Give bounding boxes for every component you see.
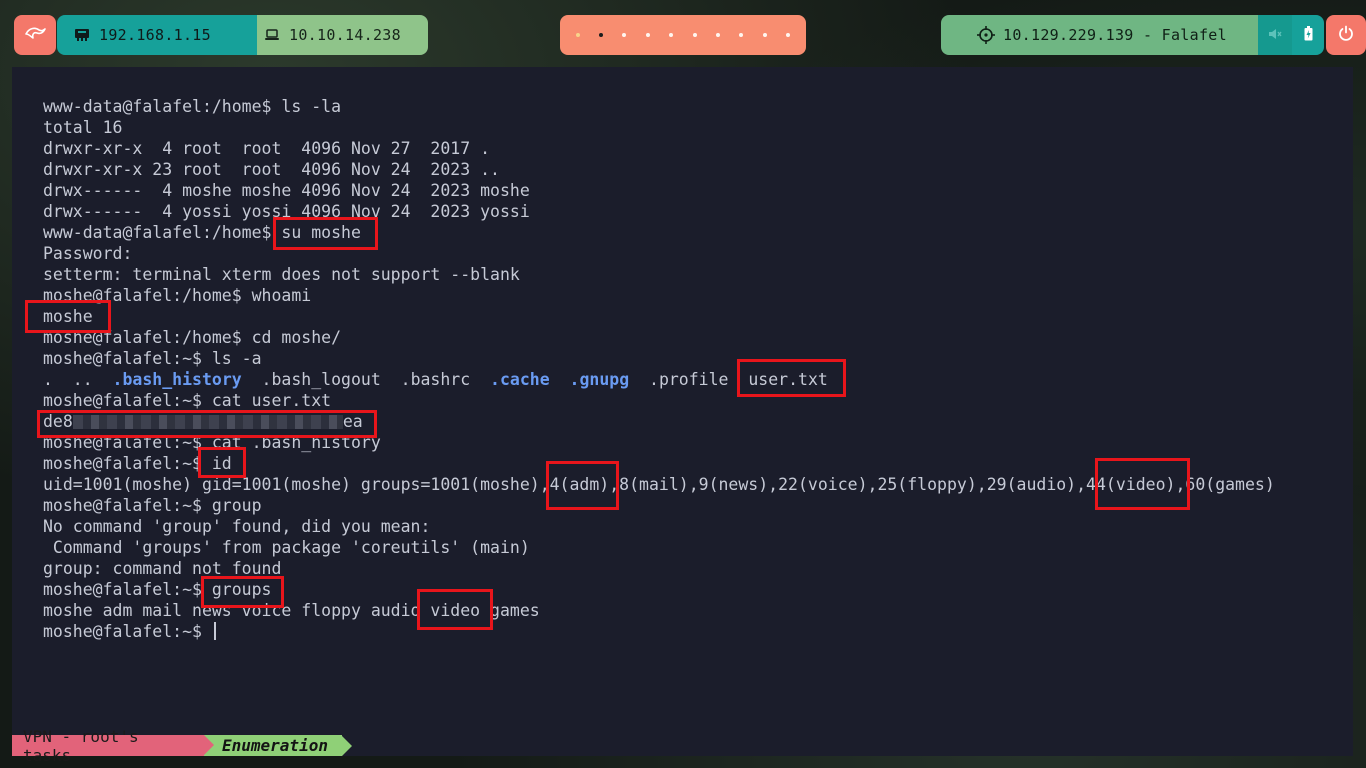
highlight-video-group: [1095, 458, 1190, 510]
local-ip-indicator: 192.168.1.15: [57, 15, 257, 55]
tmux-status-bar: VPN - root's tasks Enumeration: [12, 727, 352, 765]
workspace-3-indicator[interactable]: [622, 33, 627, 37]
terminal-line: www-data@falafel:/home$ ls -la: [43, 97, 342, 116]
target-indicator: 10.129.229.139 - Falafel: [941, 15, 1258, 55]
highlight-groups-command: [201, 576, 284, 608]
terminal-line: drwx------ 4 moshe moshe 4096 Nov 24 202…: [43, 181, 530, 200]
terminal-line: total 16: [43, 118, 123, 137]
power-icon: [1338, 25, 1354, 45]
terminal-line: moshe@falafel:~$: [43, 621, 1275, 642]
battery-indicator: [1292, 15, 1324, 55]
workspace-7-indicator[interactable]: [716, 33, 721, 37]
highlight-user-txt: [737, 359, 846, 397]
highlight-video-in-groups: [417, 589, 493, 630]
terminal-line: www-data@falafel:/home$ su moshe: [43, 223, 361, 242]
battery-icon: [1304, 25, 1313, 45]
local-ip-text: 192.168.1.15: [99, 26, 211, 44]
crosshair-icon: [977, 26, 995, 44]
terminal-line: drwx------ 4 yossi yossi 4096 Nov 24 202…: [43, 202, 530, 221]
tmux-window-name[interactable]: Enumeration: [204, 735, 342, 756]
workspace-switcher[interactable]: [560, 15, 806, 55]
terminal-line: Password:: [43, 244, 133, 263]
vpn-ip-text: 10.10.14.238: [289, 26, 401, 44]
terminal-line: moshe: [43, 307, 93, 326]
terminal-line: moshe@falafel:~$ ls -a: [43, 349, 262, 368]
directory-entry: .bash_history: [112, 370, 242, 389]
highlight-flag: [37, 410, 377, 438]
terminal-line: drwxr-xr-x 23 root root 4096 Nov 24 2023…: [43, 160, 500, 179]
laptop-icon: [263, 29, 281, 41]
terminal-text-segment: .bash_logout .bashrc: [241, 370, 491, 389]
tmux-session-name[interactable]: VPN - root's tasks: [12, 727, 204, 765]
terminal-line: Command 'groups' from package 'coreutils…: [43, 538, 530, 557]
highlight-adm-group: [546, 461, 619, 510]
terminal-window[interactable]: www-data@falafel:/home$ ls -la total 16 dr…: [12, 67, 1353, 756]
directory-entry: .cache: [490, 370, 550, 389]
terminal-text-segment: moshe@falafel:~$: [43, 622, 212, 641]
terminal-line: . .. .bash_history .bash_logout .bashrc …: [43, 369, 1275, 390]
target-text: 10.129.229.139 - Falafel: [1003, 26, 1227, 44]
workspace-8-indicator[interactable]: [739, 33, 744, 37]
status-arrow: [341, 735, 352, 756]
network-icon: [73, 28, 91, 42]
workspace-10-indicator[interactable]: [786, 33, 791, 37]
terminal-line: moshe@falafel:/home$ cd moshe/: [43, 328, 342, 347]
terminal-line: moshe@falafel:~$ cat user.txt: [43, 391, 332, 410]
workspace-9-indicator[interactable]: [762, 33, 767, 37]
directory-entry: .gnupg: [569, 370, 630, 389]
workspace-6-indicator[interactable]: [692, 33, 697, 37]
workspace-5-indicator[interactable]: [669, 33, 674, 37]
terminal-line: setterm: terminal xterm does not support…: [43, 265, 520, 284]
terminal-line: No command 'group' found, did you mean:: [43, 517, 431, 536]
kali-dragon-icon: [24, 25, 46, 45]
kali-menu-button[interactable]: [14, 15, 56, 55]
workspace-1-indicator[interactable]: [575, 33, 580, 37]
vpn-ip-indicator: 10.10.14.238: [257, 15, 428, 55]
workspace-2-indicator[interactable]: [599, 33, 604, 37]
terminal-line: drwxr-xr-x 4 root root 4096 Nov 27 2017 …: [43, 139, 491, 158]
highlight-su-moshe: [273, 217, 378, 250]
highlight-whoami-output: [25, 300, 111, 333]
volume-button[interactable]: [1258, 15, 1292, 55]
terminal-line: moshe@falafel:~$ group: [43, 496, 262, 515]
terminal-output: www-data@falafel:/home$ ls -la total 16 dr…: [43, 96, 1275, 642]
volume-muted-icon: [1268, 26, 1282, 44]
terminal-line: moshe@falafel:/home$ whoami: [43, 286, 312, 305]
workspace-4-indicator[interactable]: [645, 33, 650, 37]
highlight-id-command: [198, 447, 246, 478]
terminal-text-segment: . ..: [43, 370, 113, 389]
power-button[interactable]: [1326, 15, 1366, 55]
terminal-cursor: [213, 622, 216, 640]
